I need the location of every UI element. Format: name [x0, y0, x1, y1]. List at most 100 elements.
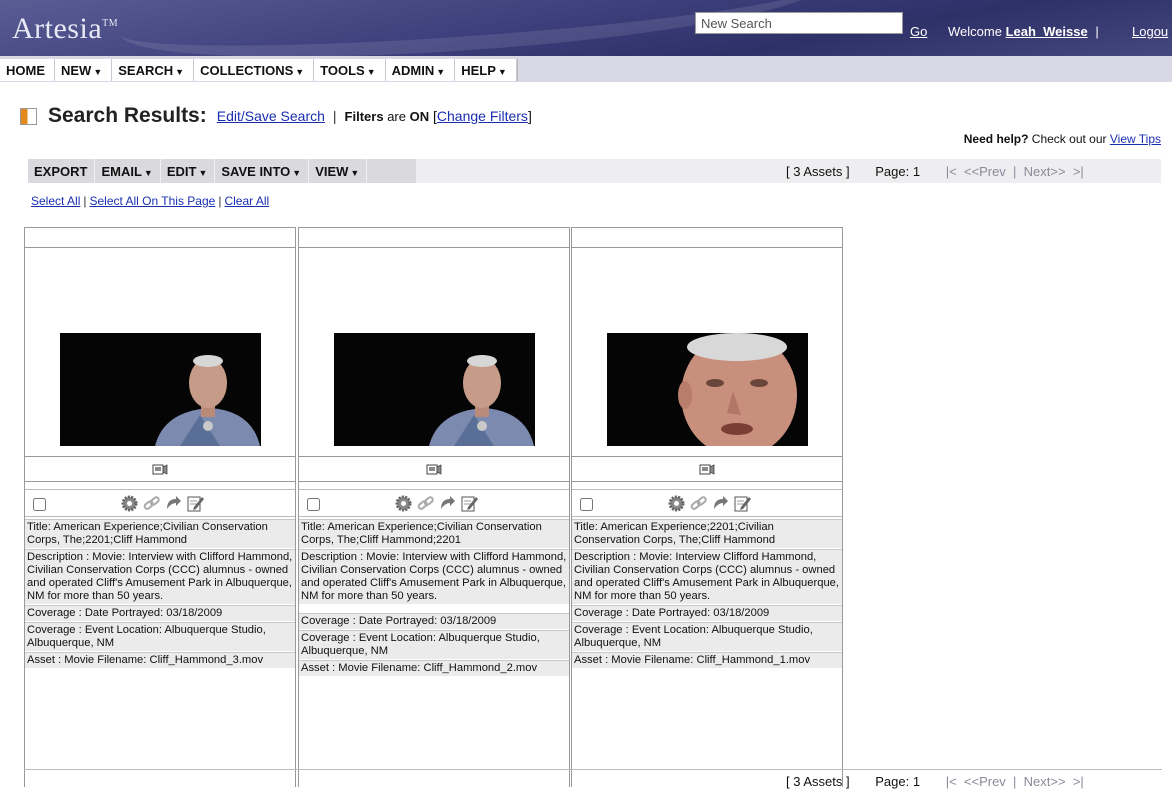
video-camera-icon — [699, 462, 715, 481]
pager-nav: |< <<Prev | Next>> >| — [945, 774, 1084, 789]
first-page-link[interactable]: |< — [946, 164, 957, 179]
asset-select-checkbox[interactable] — [33, 498, 46, 511]
asset-description: Description : Movie: Interview Clifford … — [572, 549, 842, 605]
menu-collections[interactable]: COLLECTIONS ▼ — [194, 59, 315, 81]
asset-metadata: Title: American Experience;Civilian Cons… — [25, 519, 295, 669]
results-toolbar: EXPORT EMAIL ▼ EDIT ▼ SAVE INTO ▼ VIEW ▼ [ 3 Ass… — [28, 159, 1161, 183]
page-label: Page: — [875, 164, 910, 179]
thumbnail-cell — [572, 248, 842, 457]
share-arrow-icon[interactable] — [438, 494, 457, 513]
asset-card: Title: American Experience;Civilian Cons… — [298, 227, 570, 787]
change-filters-wrapper: [Change Filters] — [429, 108, 532, 124]
link-icon[interactable] — [416, 494, 435, 513]
media-type-row — [25, 457, 295, 482]
chevron-down-icon: ▼ — [295, 67, 305, 77]
export-button[interactable]: EXPORT — [28, 159, 96, 183]
orange-square-icon — [20, 107, 37, 125]
app-header: ArtesiaTM Go Welcome Leah_Weisse | Logou — [0, 0, 1172, 56]
change-filters-link[interactable]: Change Filters — [437, 108, 528, 124]
last-page-link[interactable]: >| — [1073, 164, 1084, 179]
meta-gap — [299, 605, 569, 613]
separator: | — [332, 108, 337, 124]
view-button[interactable]: VIEW ▼ — [309, 159, 368, 183]
selection-links: Select All | Select All On This Page | Clear… — [31, 194, 270, 208]
asset-description: Description : Movie: Interview with Clif… — [299, 549, 569, 605]
first-page-link[interactable]: |< — [946, 774, 957, 789]
chevron-down-icon: ▼ — [143, 168, 153, 178]
asset-actions-row — [299, 489, 569, 517]
link-icon[interactable] — [142, 494, 161, 513]
bottom-pager: [ 3 Assets ] Page: 1 |< <<Prev | Next>> … — [786, 774, 1084, 789]
page-label: Page: — [875, 774, 910, 789]
prev-page-link[interactable]: <<Prev — [964, 774, 1006, 789]
last-page-link[interactable]: >| — [1073, 774, 1084, 789]
asset-select-checkbox[interactable] — [580, 498, 593, 511]
video-thumbnail[interactable] — [607, 333, 808, 446]
asset-metadata: Title: American Experience;2201;Civilian… — [572, 519, 842, 669]
asset-title: Title: American Experience;Civilian Cons… — [299, 519, 569, 549]
assets-count: [ 3 Assets ] — [786, 774, 850, 789]
media-type-row — [572, 457, 842, 482]
video-thumbnail[interactable] — [334, 333, 535, 446]
view-tips-link[interactable]: View Tips — [1110, 132, 1161, 146]
username-link[interactable]: Leah_Weisse — [1006, 24, 1088, 39]
menu-search[interactable]: SEARCH ▼ — [112, 59, 195, 81]
edit-note-icon[interactable] — [460, 494, 479, 513]
chevron-down-icon: ▼ — [198, 168, 208, 178]
main-content: HOME NEW ▼ SEARCH ▼ COLLECTIONS ▼ TOOLS ▼ ADMIN ▼ H… — [0, 56, 1172, 792]
filters-status: Filters are ON — [344, 108, 430, 124]
asset-date: Coverage : Date Portrayed: 03/18/2009 — [572, 605, 842, 622]
gear-icon[interactable] — [667, 494, 686, 513]
asset-filename: Asset : Movie Filename: Cliff_Hammond_1.… — [572, 652, 842, 669]
chevron-down-icon: ▼ — [366, 67, 376, 77]
share-arrow-icon[interactable] — [711, 494, 730, 513]
menu-new[interactable]: NEW ▼ — [55, 59, 113, 81]
thumbnail-cell — [25, 248, 295, 457]
asset-filename: Asset : Movie Filename: Cliff_Hammond_3.… — [25, 652, 295, 669]
email-button[interactable]: EMAIL ▼ — [95, 159, 161, 183]
page-number: 1 — [912, 164, 921, 179]
prev-page-link[interactable]: <<Prev — [964, 164, 1006, 179]
video-camera-icon — [426, 462, 442, 481]
chevron-down-icon: ▼ — [350, 168, 360, 178]
next-page-link[interactable]: Next>> — [1024, 164, 1066, 179]
asset-grid: Title: American Experience;Civilian Cons… — [24, 227, 844, 787]
pager-nav: |< <<Prev | Next>> >| — [945, 164, 1084, 179]
page-number: 1 — [912, 774, 921, 789]
share-arrow-icon[interactable] — [164, 494, 183, 513]
asset-description: Description : Movie: Interview with Clif… — [25, 549, 295, 605]
next-page-link[interactable]: Next>> — [1024, 774, 1066, 789]
welcome-text: Welcome Leah_Weisse | — [948, 24, 1099, 39]
edit-save-search-link[interactable]: Edit/Save Search — [217, 108, 325, 124]
page-title: Search Results: — [48, 104, 207, 127]
asset-action-icons — [120, 494, 205, 513]
asset-filename: Asset : Movie Filename: Cliff_Hammond_2.… — [299, 660, 569, 677]
logout-link[interactable]: Logou — [1132, 24, 1168, 39]
artesia-logo[interactable]: ArtesiaTM — [12, 12, 118, 46]
main-menubar: HOME NEW ▼ SEARCH ▼ COLLECTIONS ▼ TOOLS ▼ ADMIN ▼ H… — [0, 56, 1172, 82]
new-search-input[interactable] — [695, 12, 903, 34]
save-into-button[interactable]: SAVE INTO ▼ — [215, 159, 310, 183]
menu-tools[interactable]: TOOLS ▼ — [314, 59, 386, 81]
menu-admin[interactable]: ADMIN ▼ — [386, 59, 456, 81]
gear-icon[interactable] — [120, 494, 139, 513]
clear-all-link[interactable]: Clear All — [224, 194, 269, 208]
asset-select-checkbox[interactable] — [307, 498, 320, 511]
edit-note-icon[interactable] — [186, 494, 205, 513]
select-all-link[interactable]: Select All — [31, 194, 80, 208]
gear-icon[interactable] — [394, 494, 413, 513]
edit-button[interactable]: EDIT ▼ — [161, 159, 216, 183]
toolbar-buttons: EXPORT EMAIL ▼ EDIT ▼ SAVE INTO ▼ VIEW ▼ — [28, 159, 368, 183]
video-thumbnail[interactable] — [60, 333, 261, 446]
go-link[interactable]: Go — [910, 24, 927, 39]
asset-title: Title: American Experience;2201;Civilian… — [572, 519, 842, 549]
edit-note-icon[interactable] — [733, 494, 752, 513]
chevron-down-icon: ▼ — [497, 67, 507, 77]
menu-home[interactable]: HOME — [0, 59, 55, 81]
menu-help[interactable]: HELP ▼ — [455, 59, 517, 81]
chevron-down-icon: ▼ — [175, 67, 185, 77]
asset-action-icons — [394, 494, 479, 513]
link-icon[interactable] — [689, 494, 708, 513]
assets-count: [ 3 Assets ] — [786, 164, 850, 179]
select-all-page-link[interactable]: Select All On This Page — [89, 194, 215, 208]
